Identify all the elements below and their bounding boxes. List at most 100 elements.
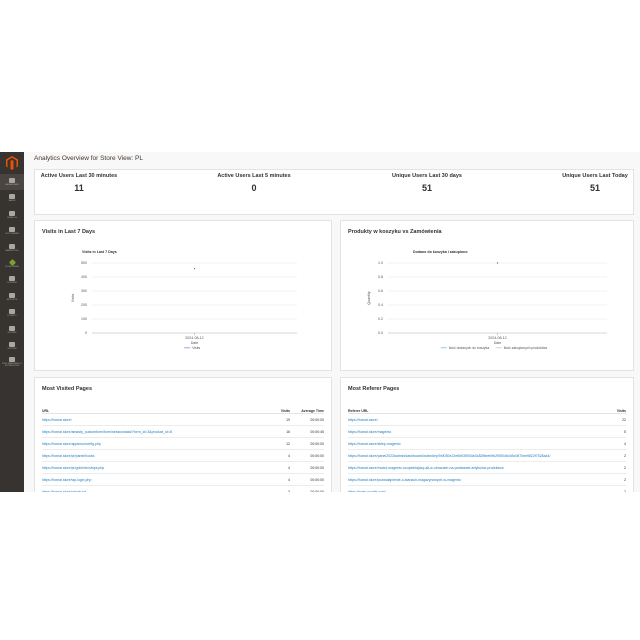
stat-value: 51 bbox=[421, 183, 432, 193]
sidebar-item-marketing[interactable]: Marketing bbox=[0, 240, 24, 256]
sidebar-item-label: Dashboard bbox=[5, 183, 19, 186]
stat-unique-30days: Unique Users Last 30 days 51 bbox=[391, 173, 463, 193]
sidebar-item-system[interactable]: System bbox=[0, 338, 24, 354]
table-row: https://foxeal.store/wp-login.php 4 00:00:… bbox=[42, 473, 324, 486]
table-row: https://foxeal.store/appsinc/config.php 1… bbox=[42, 437, 324, 450]
url-link[interactable]: https://foxeal.store/amasty_customform/f… bbox=[42, 425, 262, 438]
extensions-icon bbox=[9, 357, 15, 363]
visits-panel: Visits in Last 7 Days Visits in Last 7 D… bbox=[34, 220, 332, 371]
table-row: https://foxeal.store/pr/grid/min/strips.… bbox=[42, 461, 324, 474]
sidebar-item-find-partners-extensions[interactable]: Find Partners & Extensions bbox=[0, 354, 24, 370]
y-tick-label: 300 bbox=[81, 289, 87, 293]
most-visited-panel: Most Visited Pages URL Visits Average Ti… bbox=[34, 377, 332, 492]
column-header-referer-url[interactable]: Referer URL bbox=[348, 402, 604, 414]
sidebar-item-sales[interactable]: Sales bbox=[0, 190, 24, 206]
table-row: https://foxeal.store/sklep-magento 4 bbox=[348, 437, 626, 450]
stats-panel: Active Users Last 30 minutes 11 Active U… bbox=[34, 169, 634, 215]
stat-value: 51 bbox=[589, 183, 600, 193]
y-tick-label: 100 bbox=[81, 317, 87, 321]
stat-value: 11 bbox=[74, 183, 84, 193]
content-icon bbox=[9, 276, 15, 282]
url-link[interactable]: https://foxeal.store/modul-magento-uzupe… bbox=[348, 461, 604, 474]
legend-label: Ilość dodanych do koszyka bbox=[449, 346, 490, 350]
chart-title: Visits in Last 7 Days bbox=[82, 250, 117, 254]
admin-app: Dashboard Sales Catalog Customers Marketing H… bbox=[0, 152, 640, 492]
table-row: https://foxeal.store/amasty_customform/f… bbox=[42, 425, 324, 438]
stat-value: 0 bbox=[251, 183, 257, 193]
most-visited-table: URL Visits Average Time https://foxeal.s… bbox=[42, 402, 324, 492]
visits-cell: 4 bbox=[262, 449, 290, 462]
sidebar-item-label: Find Partners & Extensions bbox=[2, 363, 22, 368]
stat-unique-today: Unique Users Last Today 51 bbox=[560, 173, 630, 193]
column-header-url[interactable]: URL bbox=[42, 402, 262, 414]
stat-label: Unique Users Last Today bbox=[562, 173, 628, 179]
stat-active-30min: Active Users Last 30 minutes 11 bbox=[39, 173, 119, 193]
average-time-cell: 00:00:00 bbox=[290, 413, 324, 426]
table-row: https://www.google.com/2 bbox=[348, 485, 626, 492]
y-tick-label: 1.0 bbox=[378, 261, 383, 265]
stat-active-5min: Active Users Last 5 minutes 0 bbox=[217, 173, 291, 193]
url-link[interactable]: https://foxeal.store/ bbox=[348, 413, 604, 426]
y-tick-label: 0.6 bbox=[378, 289, 383, 293]
sidebar-item-catalog[interactable]: Catalog bbox=[0, 207, 24, 223]
most-referer-panel: Most Referer Pages Referer URL Visits ht… bbox=[340, 377, 634, 492]
url-link[interactable]: https://foxeal.store/pozwalajnienie-o-st… bbox=[348, 473, 604, 486]
sidebar-item-content[interactable]: Content bbox=[0, 272, 24, 288]
sidebar: Dashboard Sales Catalog Customers Marketing H… bbox=[0, 152, 24, 492]
column-header-visits[interactable]: Visits bbox=[262, 402, 290, 414]
loyalty-icon bbox=[9, 309, 15, 315]
dashboard-icon bbox=[9, 177, 15, 183]
url-link[interactable]: https://foxeal.store/pr/panel/hooks bbox=[42, 449, 262, 462]
url-link[interactable]: https://foxeal.store/robots.txt bbox=[42, 485, 262, 492]
main-content: Analytics Overview for Store View: PL Ac… bbox=[24, 152, 640, 492]
y-tick-label: 0.0 bbox=[378, 331, 383, 335]
x-tick-label: 2024-08-12 bbox=[488, 336, 506, 340]
visits-cell: 4 bbox=[262, 461, 290, 474]
url-link[interactable]: https://www.google.com/ bbox=[348, 485, 604, 492]
column-header-visits[interactable]: Visits bbox=[604, 402, 626, 414]
data-point bbox=[496, 262, 499, 264]
sidebar-item-customers[interactable]: Customers bbox=[0, 223, 24, 239]
sidebar-item-reports[interactable]: Reports bbox=[0, 289, 24, 305]
visits-cell: 2 bbox=[604, 473, 626, 486]
sidebar-item-hyva-theme[interactable]: Hyva Theme bbox=[0, 256, 24, 272]
url-link[interactable]: https://foxeal.store/sklep-magento bbox=[348, 437, 604, 450]
y-tick-label: 200 bbox=[81, 303, 87, 307]
sidebar-item-label: Loyalty bbox=[7, 315, 17, 318]
magento-logo-icon bbox=[6, 156, 18, 170]
x-axis-label: Date bbox=[494, 341, 502, 345]
sidebar-item-label: Stores bbox=[7, 331, 17, 334]
url-link[interactable]: https://foxeal.store/pr/grid/min/strips.… bbox=[42, 461, 262, 474]
y-axis-label: Visits bbox=[71, 294, 75, 303]
visits-cell: 4 bbox=[262, 473, 290, 486]
magento-logo[interactable] bbox=[0, 152, 24, 174]
url-link[interactable]: https://foxeal.store/ bbox=[42, 413, 262, 426]
y-tick-label: 0.8 bbox=[378, 275, 383, 279]
average-time-cell: 00:00:00 bbox=[290, 461, 324, 474]
y-axis-label: Quantity bbox=[367, 291, 371, 305]
table-row: https://foxeal.store/robots.txt 3 00:00:00 bbox=[42, 485, 324, 492]
visits-cell: 12 bbox=[262, 437, 290, 450]
y-tick-label: 0.4 bbox=[378, 303, 383, 307]
url-link[interactable]: https://foxeal.store/appsinc/config.php bbox=[42, 437, 262, 450]
average-time-cell: 00:00:00 bbox=[290, 485, 324, 492]
url-link[interactable]: https://foxeal.store/wp-login.php bbox=[42, 473, 262, 486]
url-link[interactable]: https://foxeal.store/magento bbox=[348, 425, 604, 438]
sidebar-item-stores[interactable]: Stores bbox=[0, 322, 24, 338]
table-row: https://foxeal.store/22 bbox=[348, 413, 626, 426]
sidebar-item-dashboard[interactable]: Dashboard bbox=[0, 174, 24, 191]
diamond-icon bbox=[8, 258, 16, 266]
visits-chart: Visits in Last 7 Days 500 400 300 200 100 0 202… bbox=[71, 250, 297, 350]
table-header-row: URL Visits Average Time bbox=[42, 402, 324, 414]
gear-icon bbox=[9, 341, 15, 347]
url-link[interactable]: https://foxeal.store/panel2023/admin/das… bbox=[348, 449, 604, 462]
visits-cell: 16 bbox=[262, 425, 290, 438]
visits-cell: 19 bbox=[262, 413, 290, 426]
sidebar-item-loyalty[interactable]: Loyalty bbox=[0, 305, 24, 321]
column-header-average-time[interactable]: Average Time bbox=[290, 402, 324, 414]
average-time-cell: 00:00:45 bbox=[290, 425, 324, 438]
visits-cell: 4 bbox=[604, 437, 626, 450]
sidebar-item-label: Reports bbox=[6, 298, 18, 301]
sidebar-item-label: Marketing bbox=[5, 249, 19, 252]
visits-cell: 2 bbox=[604, 485, 626, 492]
